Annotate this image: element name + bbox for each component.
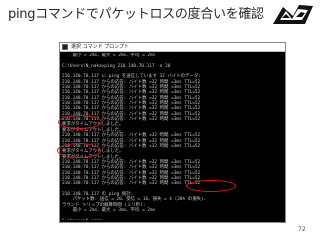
loss-rate-highlight [186, 180, 236, 192]
timeout-highlight-1 [58, 115, 102, 129]
terminal-line: C:\Users\N_naka> [62, 219, 283, 220]
terminal-output[interactable]: 最小 = 2ms、最大 = 2ms、平均 = 2ms C:\Users\N_nak… [62, 53, 283, 220]
command-prompt-window: 選択 コマンド プロンプト 最小 = 2ms、最大 = 2ms、平均 = 2ms… [59, 42, 286, 223]
logo [273, 5, 313, 24]
window-title: 選択 コマンド プロンプト [71, 44, 130, 50]
page-number: 72 [298, 226, 306, 233]
terminal-icon [62, 44, 68, 50]
window-titlebar[interactable]: 選択 コマンド プロンプト [60, 43, 285, 52]
slide-title: pingコマンドでパケットロスの度合いを確認 [8, 7, 264, 22]
timeout-highlight-2 [57, 143, 101, 158]
